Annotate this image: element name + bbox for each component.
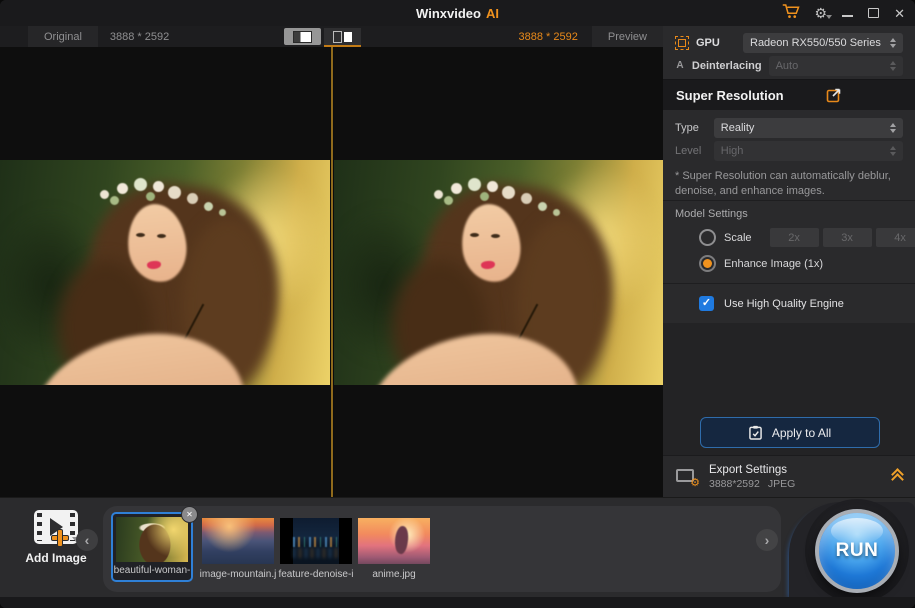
tab-original[interactable]: Original (28, 26, 98, 47)
collapse-chevrons-icon[interactable] (893, 470, 902, 484)
thumbnail-image-anime (358, 518, 430, 564)
thumbnail-tray: beautiful-woman- image-mountain.j featur… (103, 506, 781, 592)
thumbnail-label: anime.jpg (348, 569, 440, 580)
gpu-value: Radeon RX550/550 Series (750, 37, 881, 49)
apply-to-all-button[interactable]: Apply to All (700, 417, 880, 448)
filmstrip-bar: Add Image beautiful-woman- image-mountai… (0, 497, 915, 597)
side-by-side-icon (333, 31, 342, 43)
export-settings-row[interactable]: ⚙ Export Settings 3888*2592 JPEG (663, 455, 915, 497)
thumbnail-image-mountain (202, 518, 274, 564)
app-title: Winxvideo AI (0, 0, 915, 26)
run-button-label: RUN (836, 540, 879, 562)
hq-engine-row: Use High Quality Engine (663, 283, 915, 323)
scale-3x-button[interactable]: 3x (823, 228, 872, 247)
deinterlacing-icon: A (675, 60, 685, 71)
cart-icon[interactable] (782, 3, 800, 24)
split-view-icon (293, 31, 312, 43)
enhanced-pane[interactable] (334, 47, 664, 497)
minimize-icon[interactable] (842, 15, 853, 17)
scroll-right-button[interactable] (756, 529, 778, 551)
gpu-select[interactable]: Radeon RX550/550 Series (743, 33, 903, 53)
settings-panel: GPU Radeon RX550/550 Series A Deinterlac… (663, 26, 915, 497)
app-title-accent: AI (486, 6, 499, 21)
deinterlacing-label: Deinterlacing (692, 60, 762, 72)
original-dimensions: 3888 * 2592 (110, 31, 169, 43)
plus-icon (52, 530, 68, 546)
remove-thumbnail-icon[interactable] (181, 506, 198, 523)
model-settings-label: Model Settings (675, 208, 903, 220)
run-button[interactable]: RUN (815, 509, 899, 593)
thumbnail-label: beautiful-woman- (103, 565, 201, 576)
clipboard-icon (749, 425, 762, 440)
original-image (0, 160, 330, 385)
maximize-icon[interactable] (868, 8, 879, 18)
export-settings-detail: 3888*2592 JPEG (709, 478, 795, 490)
add-image-label: Add Image (14, 551, 98, 565)
scale-2x-button[interactable]: 2x (770, 228, 819, 247)
type-value: Reality (721, 122, 755, 134)
thumbnail-anime[interactable]: anime.jpg (358, 518, 430, 580)
thumbnail-image-woman (116, 517, 188, 562)
scale-label: Scale (724, 232, 752, 244)
type-select[interactable]: Reality (714, 118, 903, 138)
section-title: Super Resolution (676, 88, 784, 103)
chevron-updown-icon (890, 123, 896, 133)
footer-strip (0, 597, 915, 608)
export-settings-icon: ⚙ (676, 468, 698, 486)
window-controls: ⚙ ✕ (782, 0, 905, 26)
chevron-updown-icon (890, 146, 896, 156)
hq-engine-label: Use High Quality Engine (724, 298, 844, 310)
split-view-toggle[interactable] (284, 28, 321, 45)
expand-icon[interactable] (826, 87, 842, 103)
gpu-chip-icon (675, 36, 689, 50)
deinterlacing-value: Auto (776, 60, 799, 72)
view-bar: Original 3888 * 2592 3888 * 2592 Preview (0, 26, 663, 47)
deinterlacing-select[interactable]: Auto (769, 56, 903, 76)
thumbnail-city[interactable]: feature-denoise-i (280, 518, 352, 580)
titlebar: Winxvideo AI ⚙ ✕ (0, 0, 915, 26)
run-button-housing: RUN (789, 502, 915, 598)
app-window: Winxvideo AI ⚙ ✕ Original 3888 * 2592 38… (0, 0, 915, 608)
app-title-main: Winxvideo (416, 6, 481, 21)
scale-4x-button[interactable]: 4x (876, 228, 915, 247)
level-label: Level (675, 145, 706, 157)
enhanced-image (334, 160, 664, 385)
hardware-section: GPU Radeon RX550/550 Series A Deinterlac… (663, 26, 915, 79)
side-by-side-view-toggle[interactable] (324, 28, 361, 47)
export-resolution: 3888*2592 (709, 478, 760, 490)
scale-radio[interactable] (699, 229, 716, 246)
export-format: JPEG (768, 478, 795, 490)
enhance-label: Enhance Image (1x) (724, 258, 823, 270)
gpu-label: GPU (696, 37, 720, 49)
super-resolution-header: Super Resolution (663, 79, 915, 110)
super-resolution-note: * Super Resolution can automatically deb… (675, 169, 903, 200)
thumbnail-mountain[interactable]: image-mountain.j (202, 518, 274, 580)
level-select[interactable]: High (714, 141, 903, 161)
level-value: High (721, 145, 744, 157)
apply-to-all-label: Apply to All (772, 426, 831, 440)
close-icon[interactable]: ✕ (894, 7, 905, 20)
apply-section: Apply to All (663, 323, 915, 455)
preview-dimensions: 3888 * 2592 (519, 31, 578, 43)
model-settings-section: Model Settings Scale 2x 3x 4x Enhance Im… (663, 200, 915, 283)
type-level-section: Type Reality Level High * Super Resoluti… (663, 110, 915, 200)
add-image-icon (34, 510, 78, 544)
original-pane[interactable] (0, 47, 330, 497)
chevron-updown-icon (890, 61, 896, 71)
thumbnail-selected[interactable]: beautiful-woman- (111, 512, 193, 582)
hq-engine-checkbox[interactable] (699, 296, 714, 311)
thumbnail-image-city (280, 518, 352, 564)
tab-preview[interactable]: Preview (592, 26, 663, 47)
export-settings-title: Export Settings (709, 464, 795, 476)
compare-mode-toggles (284, 28, 361, 47)
scroll-left-button[interactable] (76, 529, 98, 551)
enhance-radio[interactable] (699, 255, 716, 272)
settings-gear-icon[interactable]: ⚙ (815, 6, 828, 20)
chevron-updown-icon (890, 38, 896, 48)
preview-area (0, 47, 663, 497)
scale-options: 2x 3x 4x (770, 228, 915, 247)
type-label: Type (675, 122, 706, 134)
